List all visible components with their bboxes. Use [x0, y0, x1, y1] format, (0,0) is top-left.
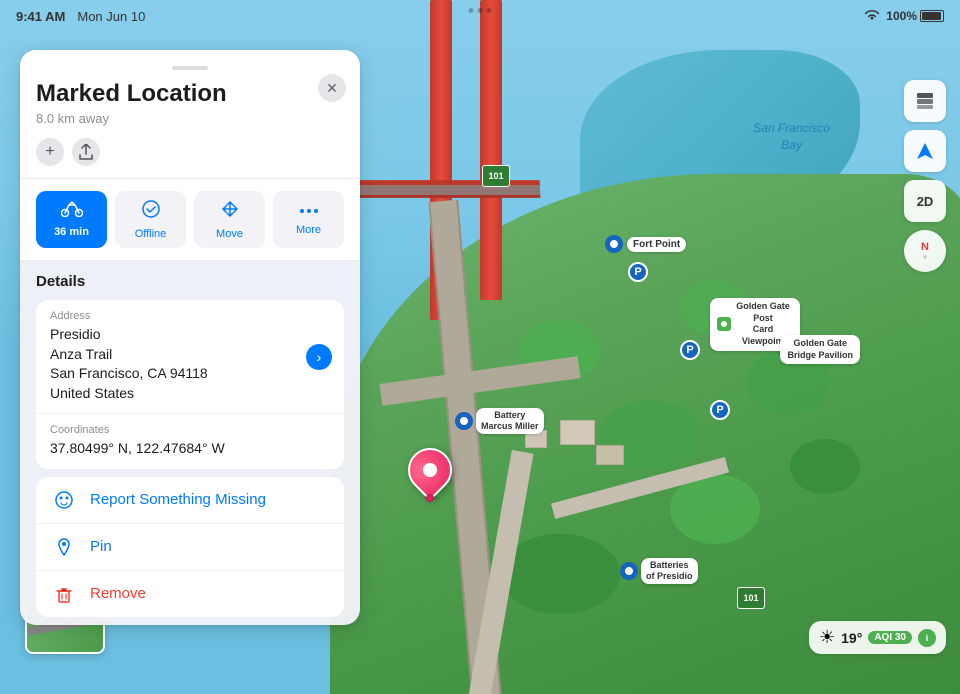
fort-point-badge [605, 235, 623, 253]
trees [790, 439, 860, 494]
address-value: Presidio Anza Trail San Francisco, CA 94… [50, 325, 330, 403]
top-dots-indicator [469, 8, 492, 13]
batteries-presidio-badge [620, 562, 638, 580]
sidebar-panel: Marked Location 8.0 km away + ✕ 36 min [20, 50, 360, 625]
panel-header-actions: + [36, 138, 344, 166]
gg-bridge-pavillon-label[interactable]: Golden Gate Bridge Pavilion [780, 335, 860, 364]
status-date: Mon Jun 10 [77, 9, 145, 24]
address-card: Address Presidio Anza Trail San Francisc… [36, 300, 344, 469]
more-icon [299, 199, 319, 220]
details-title: Details [36, 273, 344, 290]
coordinates-row: Coordinates 37.80499° N, 122.47684° W [36, 414, 344, 469]
panel-add-button[interactable]: + [36, 138, 64, 166]
dot-1 [469, 8, 474, 13]
status-time: 9:41 AM [16, 9, 65, 24]
parking-marker[interactable]: P [628, 262, 648, 282]
weather-widget: ☀ 19° AQI 30 i [809, 621, 946, 654]
weather-icon: ☀ [819, 627, 835, 648]
dot-3 [487, 8, 492, 13]
details-section: Details Address Presidio Anza Trail San … [20, 261, 360, 617]
chevron-right-icon: › [317, 349, 322, 365]
compass[interactable]: N ▼ [904, 230, 946, 272]
status-bar: 9:41 AM Mon Jun 10 100% [0, 0, 960, 32]
trees [500, 534, 620, 614]
offline-label: Offline [135, 228, 167, 240]
fort-point-label: Fort Point [627, 237, 686, 252]
report-missing-item[interactable]: Report Something Missing [36, 477, 344, 524]
pin-inner [423, 463, 437, 477]
highway-shield-101-top: 101 [482, 165, 510, 187]
battery-status: 100% [886, 9, 944, 23]
building [596, 445, 624, 465]
report-missing-label: Report Something Missing [90, 491, 266, 508]
wifi-icon [864, 8, 880, 24]
pin-dot [426, 494, 434, 502]
dot-2 [478, 8, 483, 13]
battery-bar-icon [920, 10, 944, 22]
parking-marker[interactable]: P [680, 340, 700, 360]
building [560, 420, 595, 445]
remove-icon [50, 584, 78, 604]
battery-marcus-miller-marker[interactable]: Battery Marcus Miller [455, 408, 544, 434]
more-label: More [296, 224, 321, 236]
pin-item[interactable]: Pin [36, 524, 344, 571]
action-list: Report Something Missing Pin [36, 477, 344, 617]
panel-share-button[interactable] [72, 138, 100, 166]
2d-button[interactable]: 2D [904, 180, 946, 222]
battery-marcus-miller-label: Battery Marcus Miller [476, 408, 544, 434]
fort-point-marker[interactable]: Fort Point [605, 235, 686, 253]
move-action-button[interactable]: Move [194, 191, 265, 248]
panel-header: Marked Location 8.0 km away + ✕ [20, 50, 360, 179]
bike-action-button[interactable]: 36 min [36, 191, 107, 248]
panel-subtitle: 8.0 km away [36, 111, 344, 126]
panel-drag-handle[interactable] [172, 66, 208, 70]
panel-close-button[interactable]: ✕ [318, 74, 346, 102]
remove-item[interactable]: Remove [36, 571, 344, 617]
navigation-button[interactable] [904, 130, 946, 172]
address-row: Address Presidio Anza Trail San Francisc… [36, 300, 344, 414]
coordinates-label: Coordinates [50, 424, 330, 436]
address-label: Address [50, 310, 330, 322]
sf-bay-label: San Francisco Bay [753, 120, 830, 154]
battery-fill [922, 12, 941, 20]
battery-marcus-miller-badge [455, 412, 473, 430]
status-right: 100% [864, 8, 944, 24]
move-label: Move [216, 228, 243, 240]
map-controls: 2D N ▼ [904, 80, 946, 272]
layers-button[interactable] [904, 80, 946, 122]
action-buttons-row: 36 min Offline Move [20, 179, 360, 261]
compass-north: N [921, 241, 929, 253]
pin-label: Pin [90, 538, 112, 555]
aqi-badge: AQI 30 [868, 631, 912, 644]
battery-percent: 100% [886, 9, 917, 23]
weather-temp: 19° [841, 630, 862, 646]
offline-icon [141, 199, 161, 224]
batteries-presidio-label: Batteries of Presidio [641, 558, 698, 584]
batteries-presidio-marker[interactable]: Batteries of Presidio [620, 558, 698, 584]
pin-body [399, 439, 461, 501]
report-missing-icon [50, 490, 78, 510]
bridge-tower-right [480, 0, 502, 300]
pin-icon [50, 537, 78, 557]
panel-title: Marked Location [36, 80, 344, 108]
move-icon [220, 199, 240, 224]
bike-time-label: 36 min [54, 226, 89, 238]
highway-shield-101: 101 [737, 587, 765, 609]
bike-icon [61, 199, 83, 222]
address-navigate-button[interactable]: › [306, 344, 332, 370]
bridge-road [340, 185, 540, 195]
coordinates-value: 37.80499° N, 122.47684° W [50, 439, 330, 459]
offline-action-button[interactable]: Offline [115, 191, 186, 248]
parking-marker[interactable]: P [710, 400, 730, 420]
more-action-button[interactable]: More [273, 191, 344, 248]
location-pin[interactable] [408, 448, 452, 500]
remove-label: Remove [90, 585, 146, 602]
